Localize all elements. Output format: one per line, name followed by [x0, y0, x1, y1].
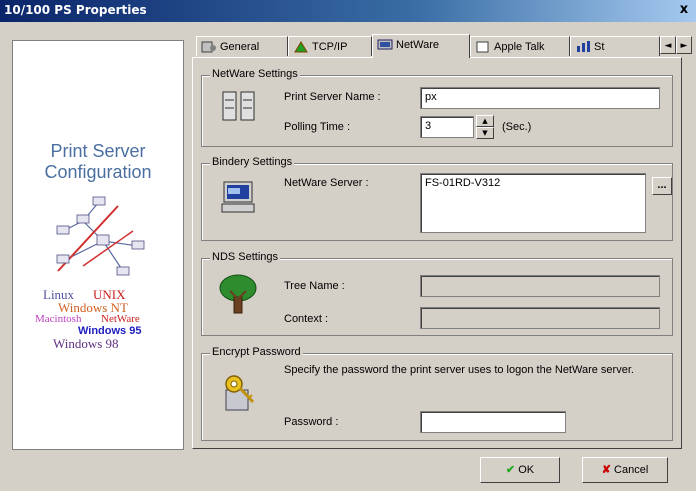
- polling-time-label: Polling Time :: [284, 121, 351, 133]
- tcpip-icon: [294, 41, 308, 53]
- bindery-settings-group: Bindery Settings NetWare Server : FS-01R…: [201, 156, 673, 241]
- tab-appletalk-label: Apple Talk: [494, 41, 545, 53]
- tab-netware-label: NetWare: [396, 39, 439, 51]
- key-icon: [225, 375, 255, 411]
- spin-down-icon[interactable]: ▼: [476, 127, 494, 139]
- print-server-icon: [222, 91, 255, 121]
- window-title: 10/100 PS Properties: [4, 3, 147, 17]
- netware-server-list[interactable]: FS-01RD-V312: [420, 173, 646, 233]
- netware-settings-group: NetWare Settings Print Server Name : px …: [201, 68, 673, 147]
- check-icon: ✔: [505, 464, 516, 476]
- os-windows-98: Windows 98: [53, 336, 119, 351]
- netware-server-label: NetWare Server :: [284, 177, 369, 189]
- tab-general[interactable]: General: [196, 36, 288, 56]
- panel-title-line2: Configuration: [44, 162, 152, 182]
- polling-time-input[interactable]: 3: [420, 116, 474, 138]
- browse-server-button[interactable]: ...: [652, 177, 672, 195]
- encrypt-password-group: Encrypt Password Specify the password th…: [201, 346, 673, 441]
- tab-scroll-right-button[interactable]: ►: [676, 36, 692, 54]
- print-server-name-input[interactable]: px: [420, 87, 660, 109]
- tab-strip: General TCP/IP NetWare Apple Talk St ◄ ►: [190, 34, 696, 58]
- os-netware: NetWare: [101, 313, 140, 325]
- branding-panel: Print Server Configuration Linux UNIX Wi…: [12, 40, 184, 450]
- ok-button-label: OK: [518, 464, 535, 476]
- polling-time-spinner[interactable]: ▲ ▼: [476, 115, 494, 139]
- title-bar: 10/100 PS Properties x: [0, 0, 696, 22]
- password-label: Password :: [284, 416, 339, 428]
- print-server-name-label: Print Server Name :: [284, 91, 381, 103]
- tab-status-label: St: [594, 41, 605, 53]
- tree-icon: [219, 274, 257, 314]
- tree-name-label: Tree Name :: [284, 280, 345, 292]
- ok-button[interactable]: ✔ OK: [480, 457, 560, 483]
- bindery-settings-label: Bindery Settings: [210, 156, 295, 168]
- tab-netware[interactable]: NetWare: [372, 34, 470, 58]
- appletalk-icon: [476, 41, 489, 53]
- tab-tcpip-label: TCP/IP: [312, 41, 348, 53]
- netware-icon: [377, 39, 393, 50]
- password-input[interactable]: [420, 411, 566, 433]
- tab-tcpip[interactable]: TCP/IP: [288, 36, 372, 56]
- encrypt-password-description: Specify the password the print server us…: [284, 364, 634, 376]
- tree-name-input[interactable]: [420, 275, 660, 297]
- netware-tab-page: NetWare Settings Print Server Name : px …: [192, 57, 682, 449]
- tab-general-label: General: [220, 41, 260, 53]
- cancel-x-icon: ✘: [601, 464, 611, 476]
- panel-title-line1: Print Server: [50, 141, 146, 161]
- general-icon: [201, 41, 216, 53]
- polling-unit-label: (Sec.): [502, 121, 532, 133]
- spin-up-icon[interactable]: ▲: [476, 115, 494, 127]
- context-input[interactable]: [420, 307, 660, 329]
- status-icon: [577, 41, 590, 53]
- tab-appletalk[interactable]: Apple Talk: [470, 36, 570, 56]
- nds-settings-group: NDS Settings Tree Name : Context :: [201, 251, 673, 336]
- tab-scroll-left-button[interactable]: ◄: [660, 36, 676, 54]
- os-macintosh: Macintosh: [35, 313, 82, 325]
- context-label: Context :: [284, 313, 329, 325]
- computer-icon: [221, 181, 255, 213]
- encrypt-password-label: Encrypt Password: [210, 346, 303, 358]
- properties-dialog: 10/100 PS Properties x Print Server Conf…: [0, 0, 696, 491]
- cancel-button-label: Cancel: [614, 464, 649, 476]
- netware-settings-label: NetWare Settings: [210, 68, 300, 80]
- cancel-button[interactable]: ✘ Cancel: [582, 457, 668, 483]
- nds-settings-label: NDS Settings: [210, 251, 281, 263]
- network-diagram-icon: [56, 196, 145, 276]
- close-button[interactable]: x: [676, 3, 692, 18]
- tab-status[interactable]: St: [570, 36, 660, 56]
